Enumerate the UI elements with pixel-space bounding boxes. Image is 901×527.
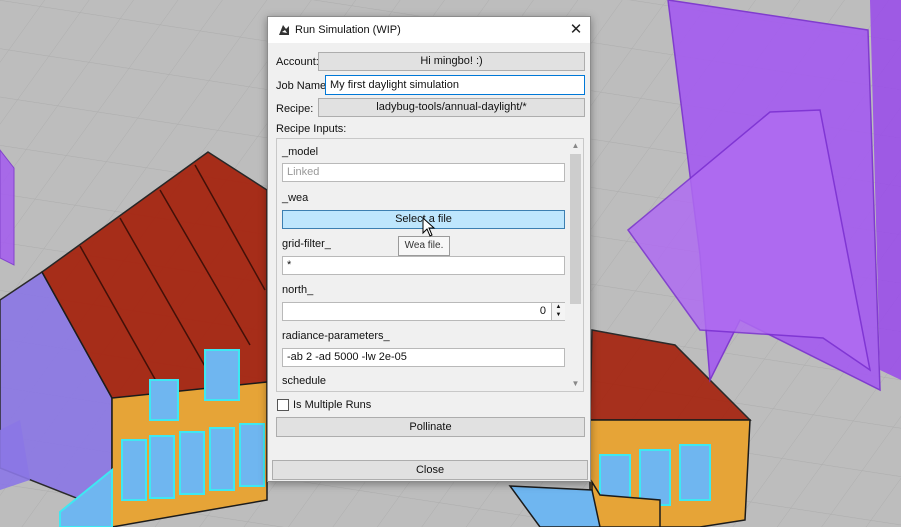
recipe-label: Recipe:: [276, 103, 314, 115]
grid-filter-input[interactable]: *: [282, 256, 565, 275]
radiance-parameters-label: radiance-parameters_: [282, 330, 390, 342]
scroll-thumb[interactable]: [570, 154, 581, 304]
inputs-scrollbar[interactable]: ▲ ▼: [568, 139, 583, 391]
north-label: north_: [282, 284, 314, 296]
app-logo-icon: [277, 23, 291, 37]
job-name-input[interactable]: My first daylight simulation: [325, 75, 585, 95]
run-simulation-dialog: Run Simulation (WIP) ✕ Account: Hi mingb…: [267, 16, 591, 482]
dialog-titlebar[interactable]: Run Simulation (WIP) ✕: [268, 17, 590, 43]
schedule-label: schedule: [282, 375, 327, 387]
stepper-up-icon[interactable]: ▲: [552, 303, 565, 311]
recipe-button[interactable]: ladybug-tools/annual-daylight/*: [318, 98, 585, 117]
close-icon[interactable]: ✕: [562, 17, 590, 43]
grid-filter-label: grid-filter_: [282, 238, 331, 250]
north-value: 0: [539, 305, 546, 317]
north-stepper-input[interactable]: 0: [282, 302, 565, 321]
multiple-runs-label: Is Multiple Runs: [293, 399, 372, 411]
account-button[interactable]: Hi mingbo! :): [318, 52, 585, 71]
scroll-up-icon[interactable]: ▲: [568, 139, 583, 153]
job-name-label: Job Name:: [276, 80, 330, 92]
purple-surface-left: [0, 149, 15, 266]
model-input[interactable]: Linked: [282, 163, 565, 182]
scroll-down-icon[interactable]: ▼: [568, 377, 583, 391]
stepper-down-icon[interactable]: ▼: [552, 311, 565, 319]
recipe-inputs-label: Recipe Inputs:: [276, 123, 347, 135]
multiple-runs-checkbox[interactable]: [277, 399, 289, 411]
wea-input-label: _wea: [282, 192, 309, 204]
dialog-title: Run Simulation (WIP): [295, 24, 401, 36]
model-input-label: _model: [282, 146, 319, 158]
account-label: Account:: [276, 56, 319, 68]
north-stepper[interactable]: ▲ ▼: [551, 303, 565, 320]
mouse-cursor-icon: [422, 217, 436, 237]
radiance-parameters-input[interactable]: -ab 2 -ad 5000 -lw 2e-05: [282, 348, 565, 367]
pollinate-button[interactable]: Pollinate: [276, 417, 585, 437]
recipe-inputs-panel[interactable]: _model Linked _wea Select a file grid-fi…: [276, 138, 584, 392]
wea-tooltip: Wea file.: [398, 236, 450, 256]
close-button[interactable]: Close: [272, 460, 588, 480]
